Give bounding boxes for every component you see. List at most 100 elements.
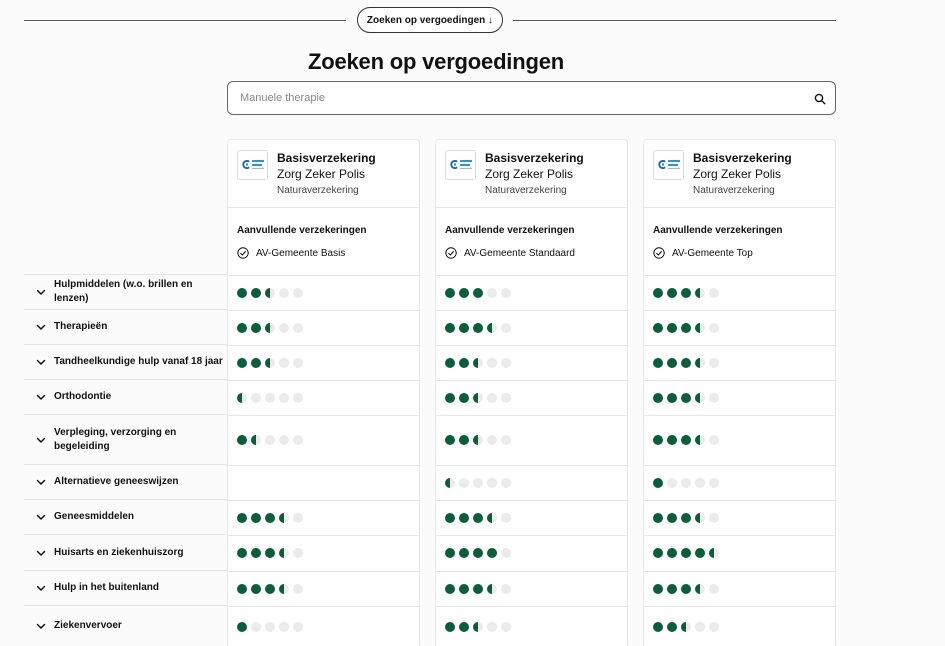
card-header: Basisverzekering Zorg Zeker Polis Naturave… — [228, 140, 419, 208]
rating-dot — [695, 287, 705, 298]
insurance-card: Basisverzekering Zorg Zeker Polis Naturave… — [435, 139, 628, 646]
rating-dot — [251, 621, 261, 632]
category-label: Hulp in het buitenland — [54, 582, 159, 593]
rating-dot — [279, 583, 289, 594]
rating-dot — [709, 512, 719, 523]
rating-dot — [459, 392, 469, 403]
category-row[interactable]: Tandheelkundige hulp vanaf 18 jaar — [24, 344, 227, 379]
rating-dot — [487, 392, 497, 403]
rating-dot — [459, 435, 469, 445]
row-divider — [436, 275, 627, 276]
rating-dot — [265, 392, 275, 403]
rating-dot — [459, 512, 469, 523]
row-divider — [436, 415, 627, 416]
additional-insurance-label: Aanvullende verzekeringen — [237, 225, 367, 236]
additional-insurance-item: AV-Gemeente Standaard — [445, 247, 575, 259]
rating-dot — [667, 477, 677, 488]
rating-dot — [501, 392, 511, 403]
row-divider — [228, 606, 419, 607]
rating-dot — [293, 357, 303, 368]
rating-dot — [279, 548, 289, 558]
rating-dot — [459, 357, 469, 368]
rating-dots — [237, 392, 303, 403]
additional-insurance-name: AV-Gemeente Basis — [256, 247, 346, 259]
category-row[interactable]: Orthodontie — [24, 379, 227, 414]
chevron-down-icon — [36, 585, 46, 591]
rating-dot — [667, 357, 677, 368]
category-row[interactable]: Hulp in het buitenland — [24, 570, 227, 605]
rating-dot — [445, 477, 455, 488]
rating-dot — [473, 548, 483, 558]
row-divider — [228, 345, 419, 346]
rating-dot — [237, 583, 247, 594]
chevron-down-icon — [36, 479, 46, 485]
row-divider — [644, 380, 835, 381]
rating-dot — [653, 357, 663, 368]
category-row[interactable]: Hulpmiddelen (w.o. brillen en lenzen) — [24, 274, 227, 309]
category-row[interactable]: Verpleging, verzorging en begeleiding — [24, 414, 227, 464]
category-row[interactable]: Therapieën — [24, 309, 227, 344]
chevron-down-icon — [36, 623, 46, 629]
chevron-down-icon — [36, 394, 46, 400]
row-divider — [436, 535, 627, 536]
rating-dot — [445, 548, 455, 558]
row-divider — [228, 571, 419, 572]
rating-dots — [653, 357, 719, 368]
product-title: Basisverzekering — [277, 151, 376, 165]
rating-dot — [709, 435, 719, 445]
rating-dots — [237, 621, 303, 632]
row-divider — [644, 275, 835, 276]
category-row[interactable]: Huisarts en ziekenhuiszorg — [24, 534, 227, 570]
rating-dot — [695, 357, 705, 368]
rating-dot — [487, 512, 497, 523]
rating-dots — [653, 621, 719, 632]
category-label: Hulpmiddelen (w.o. brillen en lenzen) — [54, 279, 193, 304]
rating-dot — [473, 287, 483, 298]
rating-dot — [279, 512, 289, 523]
rating-dot — [667, 621, 677, 632]
rating-dot — [265, 435, 275, 445]
rating-dot — [667, 583, 677, 594]
row-divider — [228, 275, 419, 276]
category-label: Huisarts en ziekenhuiszorg — [54, 546, 184, 558]
row-divider — [228, 500, 419, 501]
rating-dot — [501, 621, 511, 632]
rating-dot — [501, 287, 511, 298]
rating-dot — [293, 435, 303, 445]
rating-dot — [667, 548, 677, 558]
rating-dot — [653, 512, 663, 523]
rating-dots — [237, 512, 303, 523]
rating-dot — [459, 548, 469, 558]
row-divider — [644, 465, 835, 466]
rating-dot — [653, 621, 663, 632]
chevron-down-icon — [36, 289, 46, 295]
search-input[interactable] — [240, 89, 800, 107]
product-subtitle: Zorg Zeker Polis — [277, 167, 366, 181]
rating-dot — [681, 435, 691, 445]
rating-dot — [293, 512, 303, 523]
row-divider — [436, 571, 627, 572]
search-icon[interactable] — [814, 93, 826, 105]
category-row[interactable]: Ziekenvervoer — [24, 605, 227, 646]
rating-dot — [487, 621, 497, 632]
rating-dot — [653, 322, 663, 333]
rating-dot — [459, 322, 469, 333]
category-label: Tandheelkundige hulp vanaf 18 jaar — [54, 356, 223, 367]
rating-dot — [695, 583, 705, 594]
product-type: Naturaverzekering — [277, 185, 359, 196]
chevron-down-icon — [36, 550, 46, 556]
rating-dot — [681, 322, 691, 333]
additional-insurance-item: AV-Gemeente Top — [653, 247, 753, 259]
category-label: Alternatieve geneeswijzen — [54, 476, 179, 487]
rating-dot — [265, 583, 275, 594]
row-divider — [436, 310, 627, 311]
rating-dot — [667, 512, 677, 523]
rating-dots — [445, 621, 511, 632]
category-row[interactable]: Alternatieve geneeswijzen — [24, 464, 227, 499]
additional-insurance-label: Aanvullende verzekeringen — [653, 225, 783, 236]
rating-dot — [667, 435, 677, 445]
category-row[interactable]: Geneesmiddelen — [24, 499, 227, 534]
search-by-coverage-button[interactable]: Zoeken op vergoedingen ↓ — [357, 7, 503, 33]
rating-dot — [473, 357, 483, 368]
rating-dot — [681, 287, 691, 298]
